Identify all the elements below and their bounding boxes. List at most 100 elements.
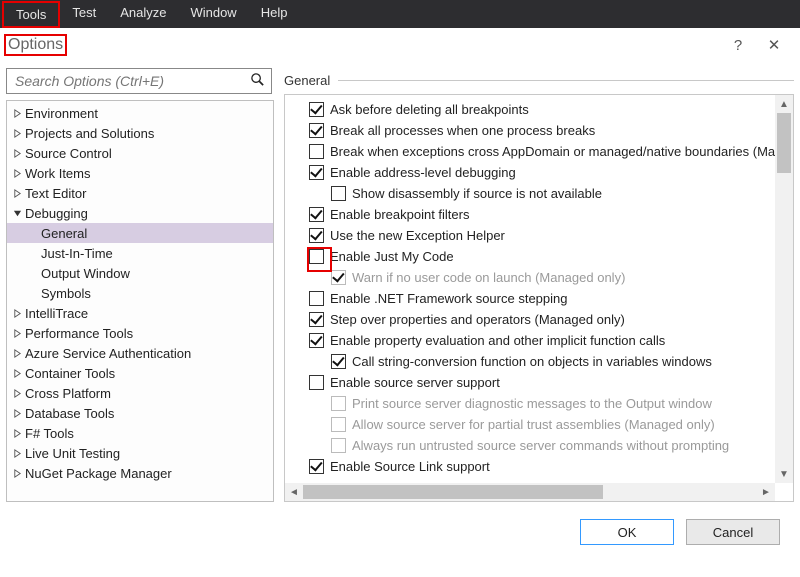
checkbox[interactable] [331,186,346,201]
chevron-right-icon[interactable] [11,369,23,378]
tree-item-symbols[interactable]: Symbols [7,283,273,303]
scroll-left-icon[interactable]: ◄ [285,487,303,498]
tree-item-database-tools[interactable]: Database Tools [7,403,273,423]
tree-item-output-window[interactable]: Output Window [7,263,273,283]
tree-item-text-editor[interactable]: Text Editor [7,183,273,203]
scroll-thumb-v[interactable] [777,113,791,173]
option-row[interactable]: Show disassembly if source is not availa… [287,183,773,204]
option-label: Break all processes when one process bre… [330,123,595,138]
chevron-right-icon[interactable] [11,309,23,318]
scroll-down-icon[interactable]: ▼ [775,465,793,483]
menu-test[interactable]: Test [60,1,108,28]
checkbox[interactable] [309,333,324,348]
option-row[interactable]: Break all processes when one process bre… [287,120,773,141]
left-column: Environment Projects and SolutionsSource … [6,62,274,502]
option-row[interactable]: Call string-conversion function on objec… [287,351,773,372]
tree-item-projects-and-solutions[interactable]: Projects and Solutions [7,123,273,143]
option-row[interactable]: Enable Just My Code [287,246,773,267]
horizontal-scrollbar[interactable]: ◄ ► [285,483,775,501]
menu-analyze[interactable]: Analyze [108,1,178,28]
tree-item-f-tools[interactable]: F# Tools [7,423,273,443]
tree-item-intellitrace[interactable]: IntelliTrace [7,303,273,323]
chevron-right-icon[interactable] [11,169,23,178]
checkbox[interactable] [309,123,324,138]
menu-tools[interactable]: Tools [2,1,60,28]
option-label: Enable breakpoint filters [330,207,469,222]
tree-item-cross-platform[interactable]: Cross Platform [7,383,273,403]
tree-item-debugging[interactable]: Debugging [7,203,273,223]
checkbox[interactable] [309,144,324,159]
checkbox[interactable] [309,102,324,117]
search-box[interactable] [6,68,272,94]
chevron-right-icon[interactable] [11,469,23,478]
checkbox [331,396,346,411]
checkbox[interactable] [309,312,324,327]
option-row: Warn if no user code on launch (Managed … [287,267,773,288]
checkbox[interactable] [309,375,324,390]
scroll-up-icon[interactable]: ▲ [775,95,793,113]
help-button[interactable]: ? [720,37,756,54]
scroll-thumb-h[interactable] [303,485,603,499]
checkbox[interactable] [331,354,346,369]
chevron-right-icon[interactable] [11,149,23,158]
tree-item-performance-tools[interactable]: Performance Tools [7,323,273,343]
tree-item-work-items[interactable]: Work Items [7,163,273,183]
checkbox[interactable] [309,165,324,180]
tree-item-general[interactable]: General [7,223,273,243]
chevron-right-icon[interactable] [11,389,23,398]
chevron-down-icon[interactable] [11,209,23,218]
option-row[interactable]: Enable breakpoint filters [287,204,773,225]
chevron-right-icon[interactable] [11,109,23,118]
option-label: Call string-conversion function on objec… [352,354,712,369]
chevron-right-icon[interactable] [11,329,23,338]
checkbox[interactable] [309,207,324,222]
option-row[interactable]: Ask before deleting all breakpoints [287,99,773,120]
close-button[interactable]: ✕ [756,36,792,54]
tree-item-live-unit-testing[interactable]: Live Unit Testing [7,443,273,463]
options-list: Ask before deleting all breakpoints Break… [285,95,775,483]
cancel-button[interactable]: Cancel [686,519,780,545]
checkbox[interactable] [309,291,324,306]
options-panel: Ask before deleting all breakpoints Break… [284,94,794,502]
option-row[interactable]: Enable Source Link support [287,456,773,477]
ok-button[interactable]: OK [580,519,674,545]
tree-item-nuget-package-manager[interactable]: NuGet Package Manager [7,463,273,483]
tree-item-just-in-time[interactable]: Just-In-Time [7,243,273,263]
tree-item-label: F# Tools [23,426,74,441]
option-label: Enable address-level debugging [330,165,516,180]
option-row[interactable]: Break when exceptions cross AppDomain or… [287,141,773,162]
option-label: Enable Source Link support [330,459,490,474]
chevron-right-icon[interactable] [11,429,23,438]
chevron-right-icon[interactable] [11,449,23,458]
checkbox[interactable] [309,459,324,474]
chevron-right-icon[interactable] [11,349,23,358]
option-row: Print source server diagnostic messages … [287,393,773,414]
option-row[interactable]: Enable address-level debugging [287,162,773,183]
tree-item-container-tools[interactable]: Container Tools [7,363,273,383]
option-row[interactable]: Enable property evaluation and other imp… [287,330,773,351]
menu-window[interactable]: Window [178,1,248,28]
option-label: Show disassembly if source is not availa… [352,186,602,201]
checkbox[interactable] [309,228,324,243]
menu-help[interactable]: Help [249,1,300,28]
chevron-right-icon[interactable] [11,189,23,198]
category-tree[interactable]: Environment Projects and SolutionsSource … [6,100,274,502]
tree-item-label: Environment [23,106,98,121]
option-row[interactable]: Step over properties and operators (Mana… [287,309,773,330]
option-row[interactable]: Use the new Exception Helper [287,225,773,246]
vertical-scrollbar[interactable]: ▲ ▼ [775,95,793,483]
scroll-right-icon[interactable]: ► [757,487,775,498]
checkbox [331,270,346,285]
tree-item-environment[interactable]: Environment [7,103,273,123]
tree-item-source-control[interactable]: Source Control [7,143,273,163]
search-input[interactable] [13,72,250,90]
right-column: General Ask before deleting all breakpoi… [274,62,794,502]
section-divider [338,80,794,81]
checkbox[interactable] [309,249,324,264]
tree-item-azure-service-authentication[interactable]: Azure Service Authentication [7,343,273,363]
option-row[interactable]: Enable source server support [287,372,773,393]
chevron-right-icon[interactable] [11,409,23,418]
tree-item-label: Debugging [23,206,88,221]
option-row[interactable]: Enable .NET Framework source stepping [287,288,773,309]
chevron-right-icon[interactable] [11,129,23,138]
